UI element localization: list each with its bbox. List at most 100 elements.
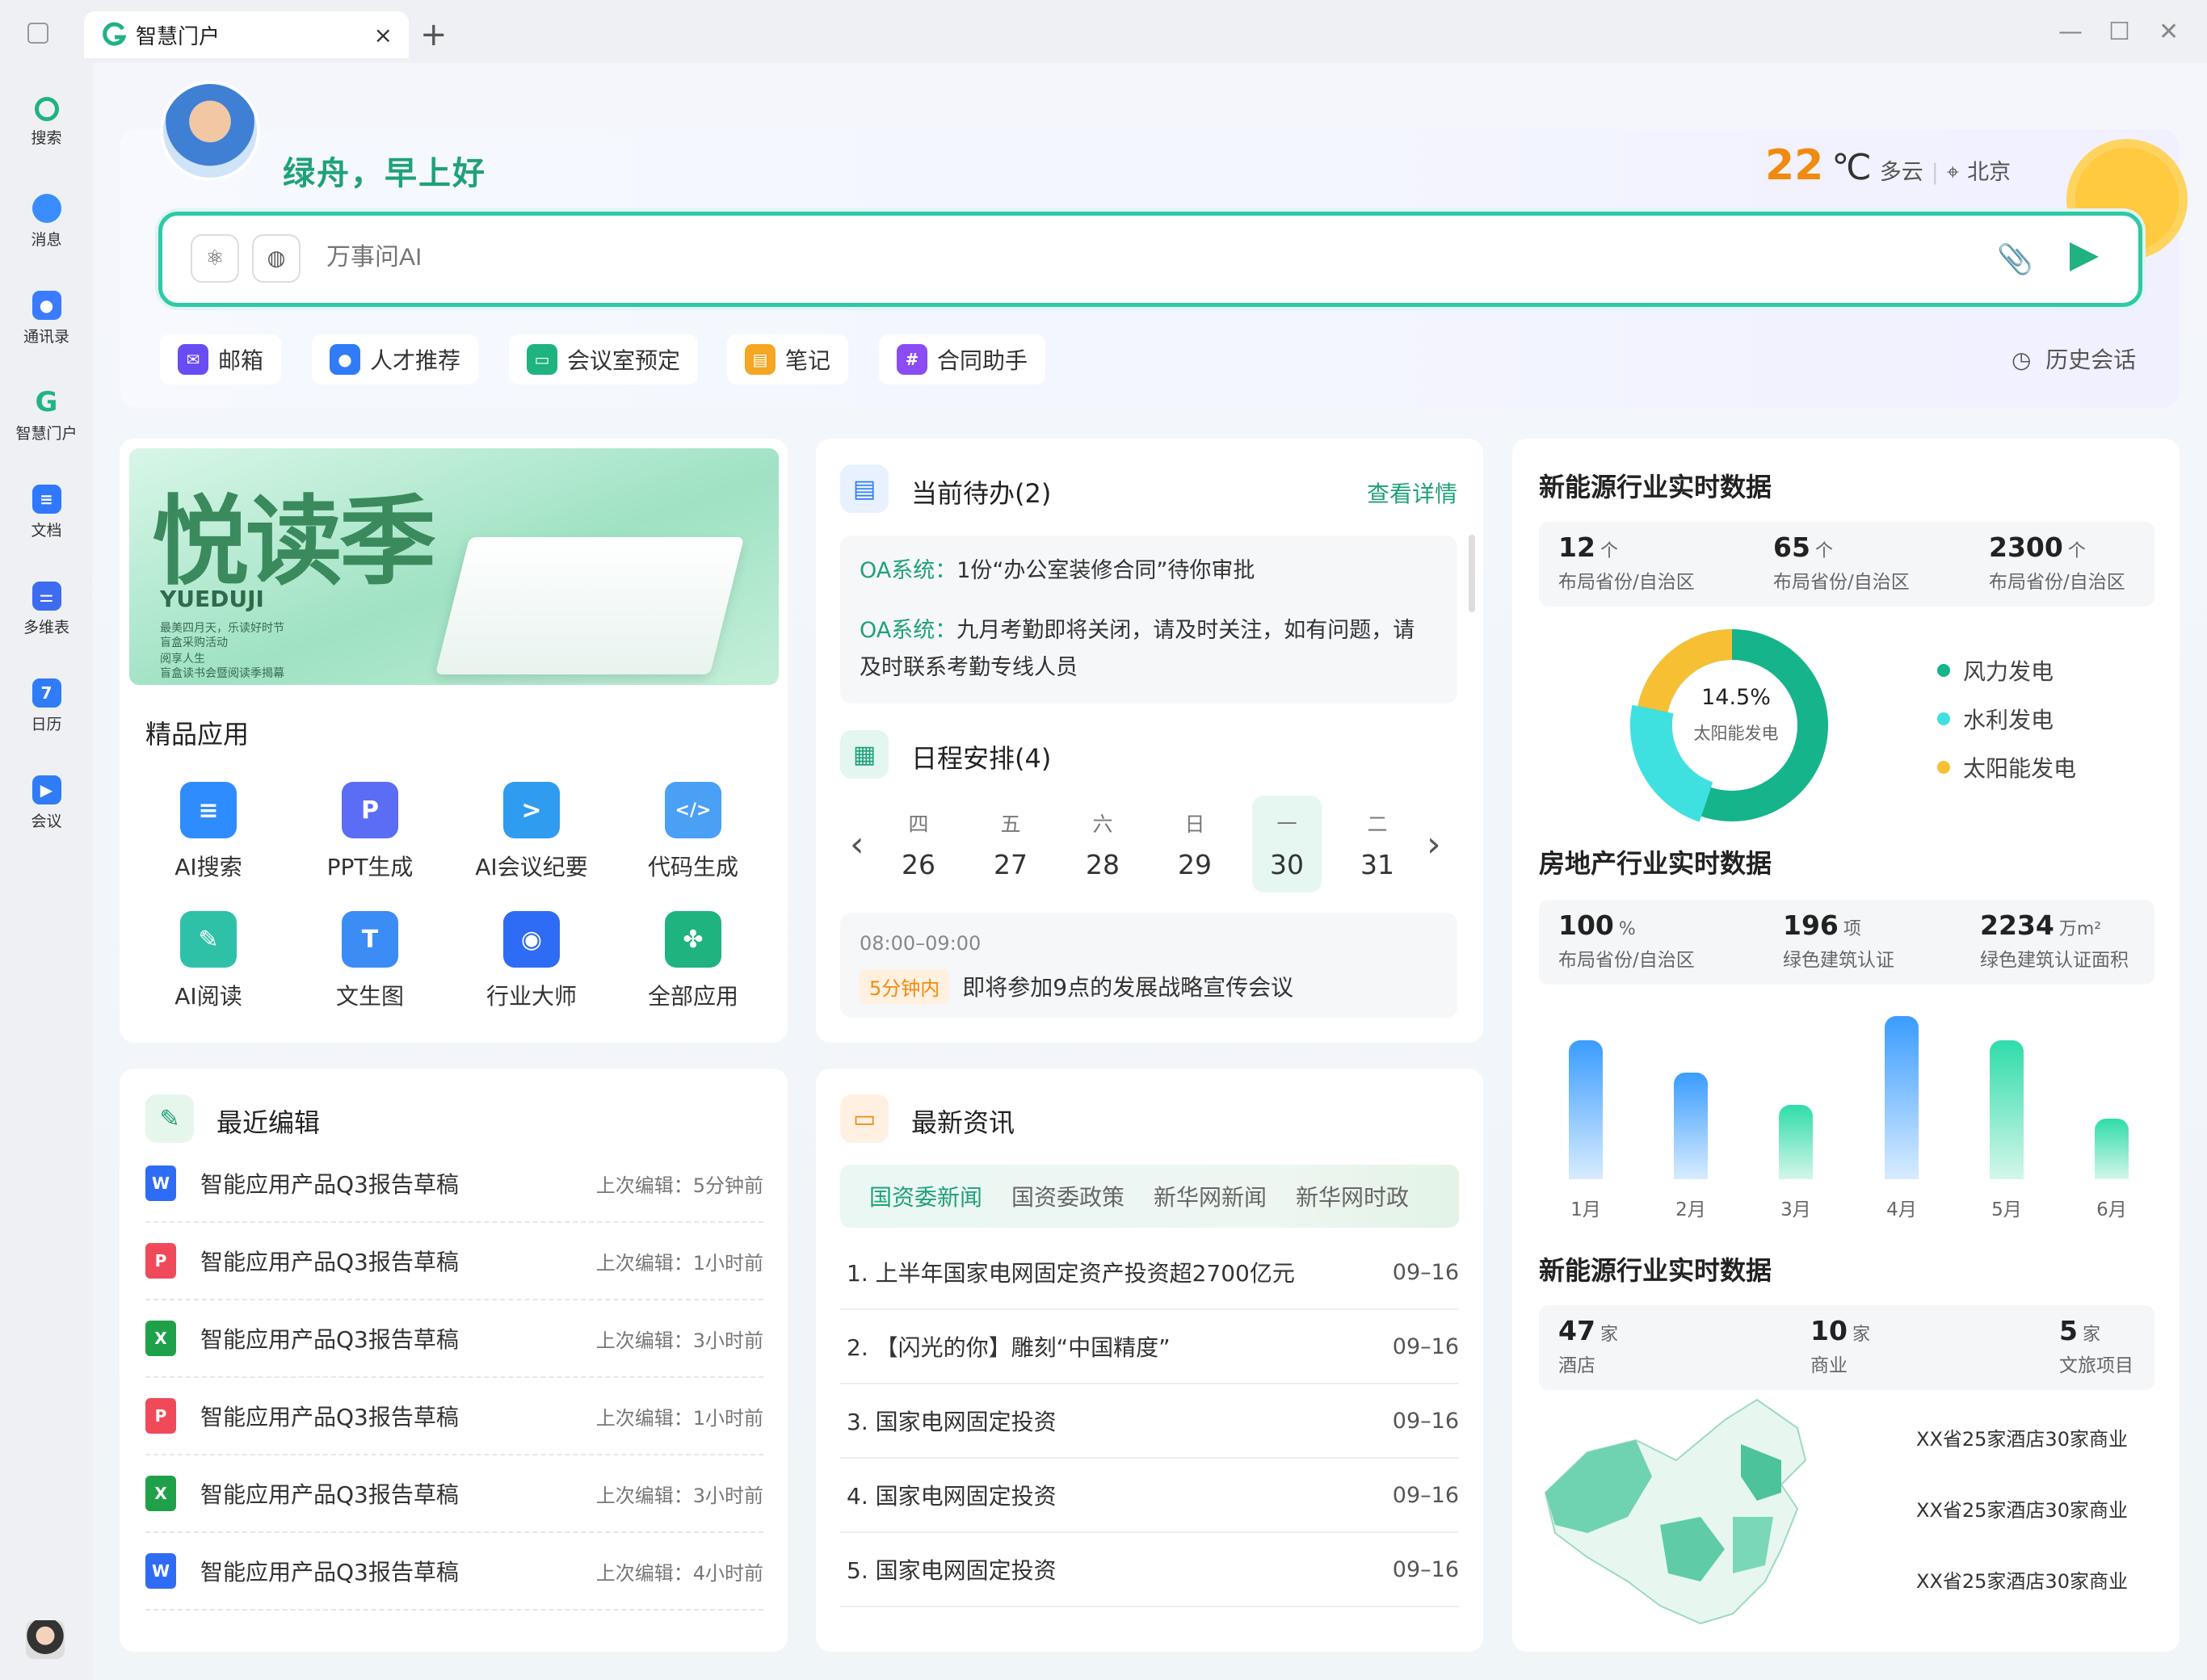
code-icon: </>	[665, 782, 721, 838]
app-ai-search[interactable]: ≡ AI搜索	[128, 782, 289, 882]
schedule-day[interactable]: 日 29	[1160, 796, 1230, 892]
legend-item[interactable]: 太阳能发电	[1937, 751, 2076, 783]
date: 27	[994, 849, 1028, 880]
file-meta: 上次编辑：1小时前	[595, 1406, 763, 1430]
recent-file-row[interactable]: X 智能应用产品Q3报告草稿 上次编辑：3小时前	[145, 1455, 763, 1533]
chip-mailbox[interactable]: ✉ 邮箱	[160, 334, 282, 384]
news-row[interactable]: 1. 上半年国家电网固定资产投资超2700亿元 09–16	[840, 1236, 1459, 1310]
minimize-button[interactable]: —	[2058, 18, 2083, 46]
app-ppt[interactable]: P PPT生成	[289, 782, 451, 882]
history-sessions[interactable]: ◷ 历史会话	[2012, 342, 2136, 375]
tab-smart-portal[interactable]: 智慧门户 ×	[84, 11, 409, 58]
schedule-day[interactable]: 四 26	[884, 796, 953, 892]
schedule-day[interactable]: 六 28	[1068, 796, 1137, 892]
app-text-to-image[interactable]: T 文生图	[289, 911, 451, 1011]
nav-label: 消息	[31, 231, 62, 249]
event-badge: 5分钟内	[860, 969, 950, 1004]
app-all-apps[interactable]: ✤ 全部应用	[612, 911, 774, 1011]
todo-scrollbar[interactable]	[1469, 535, 1475, 612]
recent-file-row[interactable]: P 智能应用产品Q3报告草稿 上次编辑：1小时前	[145, 1378, 763, 1455]
todo-item[interactable]: OA系统：1份“办公室装修合同”待你审批	[860, 552, 1449, 590]
window-layout-icon[interactable]	[27, 23, 48, 44]
schedule-day[interactable]: 二 31	[1343, 796, 1412, 892]
send-icon[interactable]	[2070, 242, 2099, 271]
nav-meeting[interactable]: ▶ 会议	[0, 775, 93, 831]
energy2-title: 新能源行业实时数据	[1539, 1255, 1772, 1286]
stat-label: 布局省份/自治区	[1558, 950, 1695, 971]
chip-meeting-room[interactable]: ▭ 会议室预定	[509, 334, 699, 384]
nav-search[interactable]: 搜索	[0, 97, 93, 148]
legend-item[interactable]: 风力发电	[1937, 654, 2054, 687]
new-tab-button[interactable]: +	[420, 16, 448, 53]
reading-season-banner[interactable]: 悦读季 YUEDUJI 最美四月天，乐读好时节 盲盒采购活动 阅享人生 盲盒读书…	[129, 448, 779, 685]
stat-unit: 家	[1600, 1325, 1618, 1345]
news-row[interactable]: 4. 国家电网固定投资 09–16	[840, 1459, 1459, 1533]
weather-condition: 多云	[1879, 160, 1923, 185]
app-label: 全部应用	[647, 983, 738, 1010]
bar-4月[interactable]	[1885, 1015, 1919, 1179]
ai-search-input[interactable]	[326, 244, 1861, 271]
recent-file-row[interactable]: W 智能应用产品Q3报告草稿 上次编辑：4小时前	[145, 1533, 763, 1611]
document-icon: ≡	[32, 485, 61, 514]
recent-file-row[interactable]: W 智能应用产品Q3报告草稿 上次编辑：5分钟前	[145, 1145, 763, 1223]
schedule-prev-button[interactable]: ‹	[850, 824, 864, 865]
china-map[interactable]	[1539, 1396, 1854, 1630]
nav-smart-portal[interactable]: G 智慧门户	[0, 386, 93, 443]
tab-sasac-news[interactable]: 国资委新闻	[869, 1180, 982, 1212]
attach-icon[interactable]: 📎	[1997, 242, 2033, 276]
todo-details-link[interactable]: 查看详情	[1367, 477, 1457, 509]
nav-calendar[interactable]: 7 日历	[0, 678, 93, 734]
maximize-button[interactable]: ☐	[2108, 18, 2130, 46]
nav-contacts[interactable]: ● 通讯录	[0, 291, 93, 346]
todo-item[interactable]: OA系统：九月考勤即将关闭，请及时关注，如有问题，请	[860, 612, 1449, 649]
chip-talent[interactable]: ● 人才推荐	[312, 334, 479, 384]
tab-xinhua-politics[interactable]: 新华网时政	[1296, 1180, 1409, 1212]
realestate-bar-chart	[1539, 1002, 2154, 1179]
recent-file-row[interactable]: X 智能应用产品Q3报告草稿 上次编辑：3小时前	[145, 1300, 763, 1378]
tab-xinhua-news[interactable]: 新华网新闻	[1154, 1180, 1267, 1212]
atom-mode-icon[interactable]: ⚛	[191, 234, 239, 283]
tab-close-icon[interactable]: ×	[374, 22, 393, 48]
city[interactable]: 北京	[1967, 154, 2011, 186]
stat-unit: 个	[1600, 541, 1618, 561]
chip-contract[interactable]: # 合同助手	[879, 334, 1046, 384]
profile-avatar[interactable]	[160, 81, 260, 181]
news-headline: 4. 国家电网固定投资	[847, 1483, 1057, 1510]
schedule-next-button[interactable]: ›	[1427, 824, 1441, 865]
chip-notes[interactable]: ▤ 笔记	[727, 334, 849, 384]
bar-6月[interactable]	[2095, 1119, 2129, 1179]
word-file-icon: W	[145, 1553, 176, 1589]
app-code[interactable]: </> 代码生成	[612, 782, 774, 882]
nav-documents[interactable]: ≡ 文档	[0, 485, 93, 540]
ai-search-icon: ≡	[180, 782, 237, 838]
globe-icon[interactable]: ◍	[252, 234, 301, 283]
app-ai-reading[interactable]: ✎ AI阅读	[128, 911, 289, 1011]
stat-value: 100	[1558, 909, 1614, 941]
message-icon	[32, 194, 61, 223]
legend-item[interactable]: 水利发电	[1937, 703, 2054, 735]
bar-2月[interactable]	[1674, 1073, 1708, 1179]
weekday: 六	[1092, 813, 1113, 836]
news-headline: 2. 【闪光的你】雕刻“中国精度”	[847, 1334, 1171, 1361]
schedule-day[interactable]: 五 27	[976, 796, 1045, 892]
app-meeting-minutes[interactable]: > AI会议纪要	[451, 782, 612, 882]
tab-sasac-policy[interactable]: 国资委政策	[1011, 1180, 1125, 1212]
news-date: 09–16	[1392, 1334, 1459, 1359]
schedule-day-selected[interactable]: 一 30	[1252, 796, 1322, 892]
nav-label: 会议	[31, 813, 62, 830]
user-avatar[interactable]	[26, 1620, 65, 1659]
bar-5月[interactable]	[1990, 1040, 2024, 1179]
nav-multi-table[interactable]: ⚌ 多维表	[0, 582, 93, 637]
recent-file-row[interactable]: P 智能应用产品Q3报告草稿 上次编辑：1小时前	[145, 1223, 763, 1300]
news-row[interactable]: 3. 国家电网固定投资 09–16	[840, 1384, 1459, 1459]
app-industry-master[interactable]: ◉ 行业大师	[451, 911, 612, 1011]
news-row[interactable]: 2. 【闪光的你】雕刻“中国精度” 09–16	[840, 1310, 1459, 1384]
bar-1月[interactable]	[1569, 1040, 1603, 1179]
close-window-button[interactable]: ✕	[2159, 18, 2179, 46]
calendar-icon: 7	[32, 678, 61, 708]
news-row[interactable]: 5. 国家电网固定投资 09–16	[840, 1533, 1459, 1607]
news-date: 09–16	[1392, 1408, 1459, 1434]
news-headline: 5. 国家电网固定投资	[847, 1557, 1057, 1584]
nav-message[interactable]: 消息	[0, 194, 93, 250]
bar-3月[interactable]	[1779, 1104, 1813, 1179]
